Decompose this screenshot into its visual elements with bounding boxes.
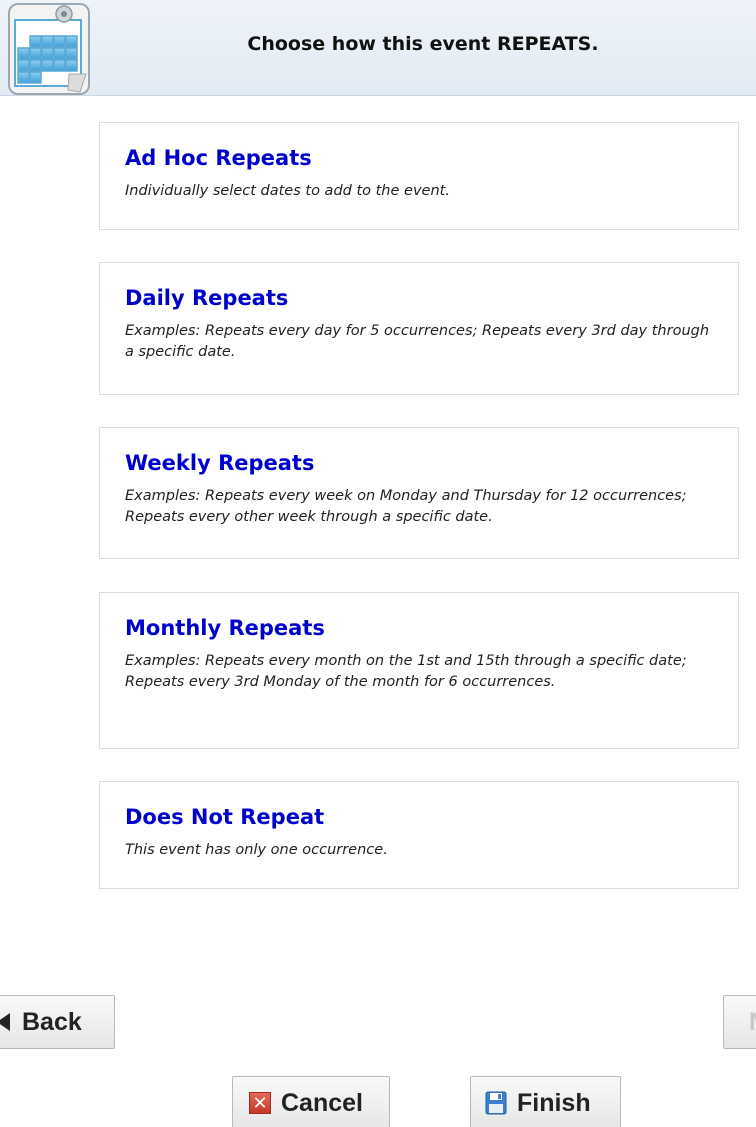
finish-button[interactable]: Finish <box>470 1076 621 1127</box>
back-button-label: Back <box>22 1007 82 1036</box>
option-title[interactable]: Weekly Repeats <box>125 450 714 476</box>
option-description: This event has only one occurrence. <box>125 842 388 858</box>
header-bar: Choose how this event REPEATS. <box>0 0 756 96</box>
cancel-button[interactable]: ✕ Cancel <box>232 1076 390 1127</box>
option-weekly-repeats[interactable]: Weekly Repeats Examples: Repeats every w… <box>99 427 739 559</box>
finish-button-label: Finish <box>517 1088 591 1117</box>
option-description: Individually select dates to add to the … <box>125 183 450 199</box>
option-description: Examples: Repeats every day for 5 occurr… <box>125 323 710 360</box>
option-ad-hoc-repeats[interactable]: Ad Hoc Repeats Individually select dates… <box>99 122 739 230</box>
option-description: Examples: Repeats every month on the 1st… <box>125 653 687 690</box>
option-daily-repeats[interactable]: Daily Repeats Examples: Repeats every da… <box>99 262 739 395</box>
next-button[interactable]: N <box>723 995 756 1049</box>
option-title[interactable]: Monthly Repeats <box>125 615 714 641</box>
option-title[interactable]: Ad Hoc Repeats <box>125 145 714 171</box>
next-button-label: N <box>749 1008 756 1037</box>
option-description: Examples: Repeats every week on Monday a… <box>125 488 687 525</box>
option-does-not-repeat[interactable]: Does Not Repeat This event has only one … <box>99 781 739 889</box>
repeat-wizard-page: Choose how this event REPEATS. Ad Hoc Re… <box>0 0 756 1127</box>
cancel-button-label: Cancel <box>281 1088 363 1117</box>
option-title[interactable]: Does Not Repeat <box>125 804 714 830</box>
close-x-icon: ✕ <box>249 1092 271 1114</box>
back-button[interactable]: Back <box>0 995 115 1049</box>
left-arrow-icon <box>0 1013 10 1031</box>
calendar-icon <box>8 3 90 95</box>
floppy-disk-icon <box>485 1091 507 1115</box>
option-title[interactable]: Daily Repeats <box>125 285 714 311</box>
option-monthly-repeats[interactable]: Monthly Repeats Examples: Repeats every … <box>99 592 739 749</box>
page-title: Choose how this event REPEATS. <box>247 33 599 55</box>
